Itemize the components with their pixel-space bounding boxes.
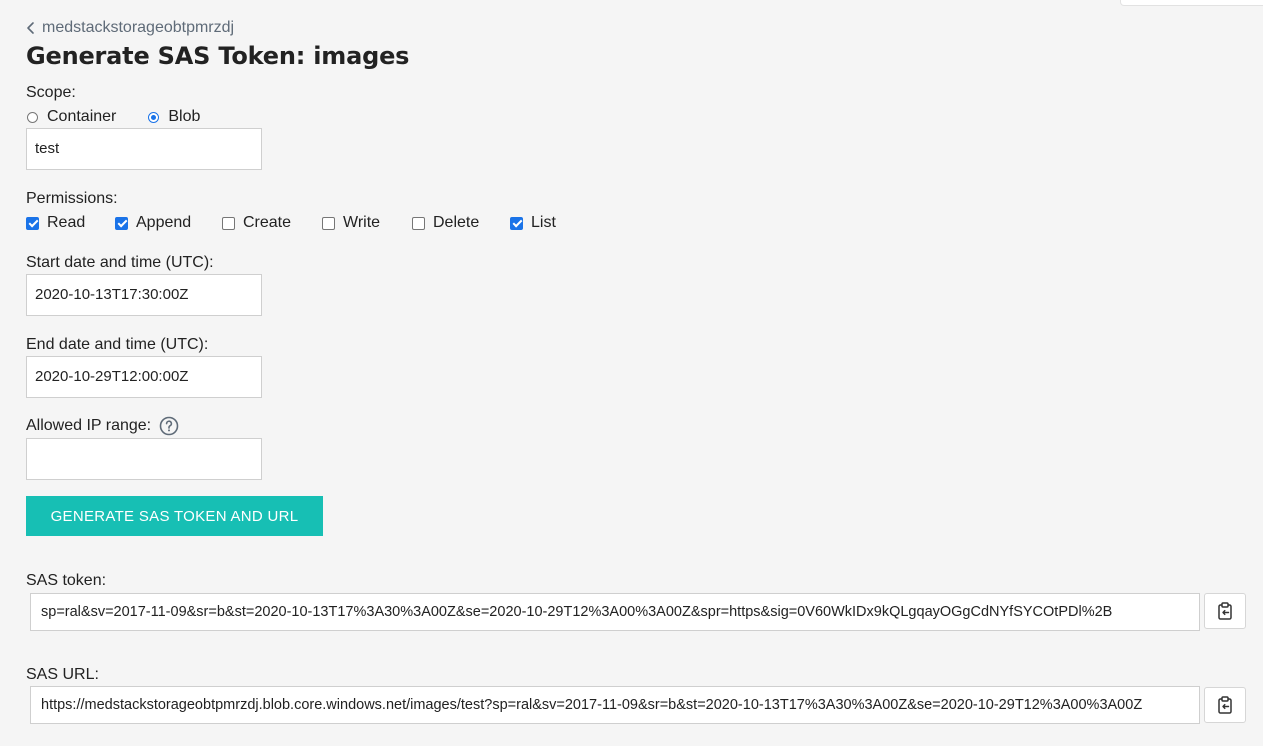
scope-radio-group: Container Blob xyxy=(27,108,200,126)
permission-label: List xyxy=(531,214,556,231)
sas-url-field[interactable]: https://medstackstorageobtpmrzdj.blob.co… xyxy=(30,686,1200,724)
end-date-input[interactable]: 2020-10-29T12:00:00Z xyxy=(26,356,262,398)
permission-append[interactable]: Append xyxy=(115,214,191,232)
end-date-label: End date and time (UTC): xyxy=(26,336,209,353)
clipboard-copy-icon xyxy=(1218,602,1232,620)
sas-url-label: SAS URL: xyxy=(26,666,99,683)
copy-token-button[interactable] xyxy=(1204,593,1246,629)
permissions-label: Permissions: xyxy=(26,190,118,207)
start-date-label: Start date and time (UTC): xyxy=(26,254,214,271)
permission-label: Delete xyxy=(433,214,480,231)
generate-sas-button[interactable]: GENERATE SAS TOKEN AND URL xyxy=(26,496,323,536)
permission-create[interactable]: Create xyxy=(222,214,291,232)
permission-write[interactable]: Write xyxy=(322,214,380,232)
permission-read[interactable]: Read xyxy=(26,214,85,232)
permission-label: Append xyxy=(136,214,192,231)
clipboard-copy-icon xyxy=(1218,696,1232,714)
scope-label: Scope: xyxy=(26,84,76,101)
chevron-left-icon xyxy=(27,22,34,34)
ip-range-label-row: Allowed IP range: xyxy=(26,416,179,436)
copy-url-button[interactable] xyxy=(1204,687,1246,723)
ip-range-input[interactable] xyxy=(26,438,262,480)
permission-write-checkbox[interactable] xyxy=(322,216,335,230)
scope-option-blob[interactable]: Blob xyxy=(148,108,200,126)
permission-append-checkbox[interactable] xyxy=(115,216,128,230)
scope-option-label: Blob xyxy=(168,108,201,125)
permission-list-checkbox[interactable] xyxy=(510,216,523,230)
scope-option-label: Container xyxy=(47,108,117,125)
permission-list[interactable]: List xyxy=(510,214,556,232)
back-link[interactable]: medstackstorageobtpmrzdj xyxy=(26,19,234,37)
scope-radio-container[interactable] xyxy=(27,111,38,123)
scope-option-container[interactable]: Container xyxy=(27,108,116,126)
back-link-label: medstackstorageobtpmrzdj xyxy=(42,19,235,36)
permission-delete-checkbox[interactable] xyxy=(412,216,425,230)
page-title: Generate SAS Token: images xyxy=(26,42,410,70)
permission-label: Read xyxy=(47,214,86,231)
start-date-input[interactable]: 2020-10-13T17:30:00Z xyxy=(26,274,262,316)
permission-label: Create xyxy=(243,214,292,231)
sas-token-label: SAS token: xyxy=(26,572,107,589)
permission-read-checkbox[interactable] xyxy=(26,216,39,230)
ip-range-label: Allowed IP range: xyxy=(26,417,152,434)
blob-name-input[interactable]: test xyxy=(26,128,262,170)
permission-delete[interactable]: Delete xyxy=(412,214,479,232)
scope-radio-blob[interactable] xyxy=(148,111,160,123)
permission-label: Write xyxy=(343,214,381,231)
top-tab-edge xyxy=(1120,0,1263,6)
help-circle-icon[interactable] xyxy=(159,416,179,436)
permission-create-checkbox[interactable] xyxy=(222,216,235,230)
sas-token-field[interactable]: sp=ral&sv=2017-11-09&sr=b&st=2020-10-13T… xyxy=(30,593,1200,631)
